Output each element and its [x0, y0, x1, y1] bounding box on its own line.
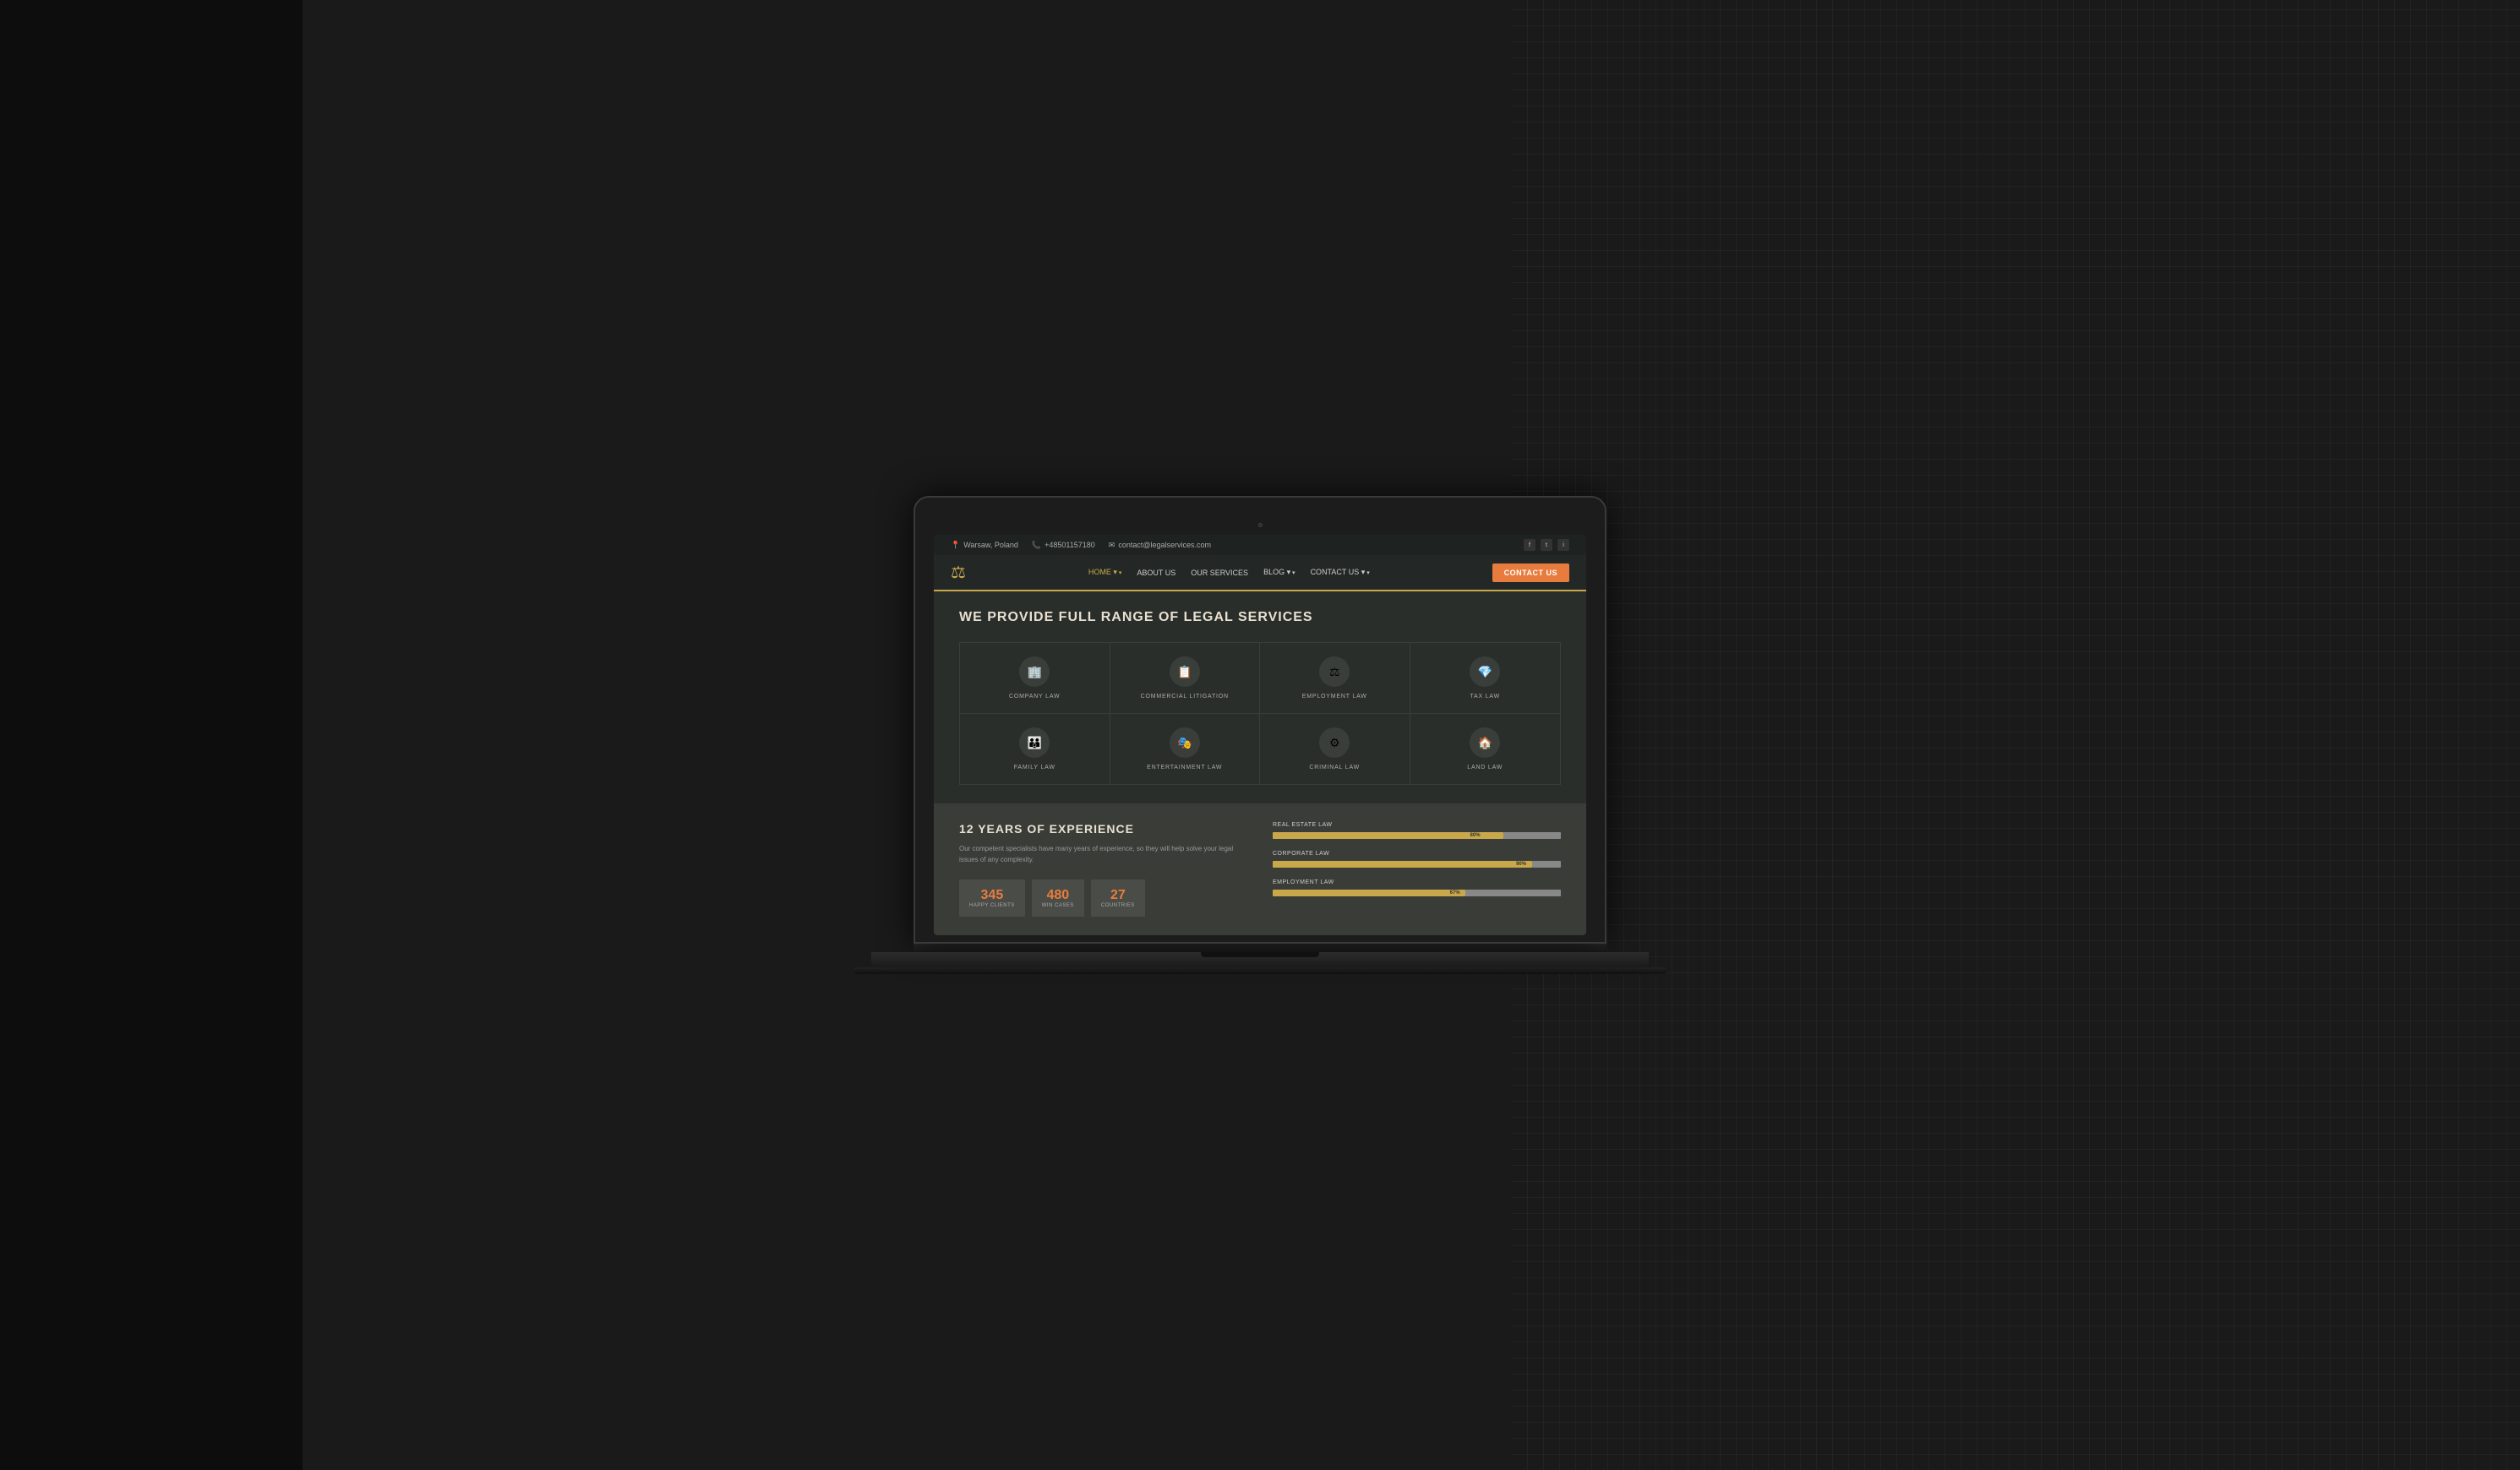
experience-left: 12 YEARS OF EXPERIENCE Our competent spe… — [959, 822, 1247, 917]
company-law-label: COMPANY LAW — [1009, 694, 1060, 700]
service-commercial-litigation[interactable]: 📋 COMMERCIAL LITIGATION — [1110, 643, 1261, 714]
location-text: Warsaw, Poland — [963, 541, 1018, 549]
service-company-law[interactable]: 🏢 COMPANY LAW — [960, 643, 1110, 714]
hero-title: WE PROVIDE FULL RANGE OF LEGAL SERVICES — [959, 610, 1561, 625]
stats-row: 345 HAPPY CLIENTS 480 WIN CASES 27 COUNT… — [959, 879, 1247, 917]
stat-cases-label: WIN CASES — [1042, 903, 1074, 908]
employment-bar-fill — [1273, 890, 1465, 896]
left-panel — [0, 0, 303, 1470]
twitter-icon[interactable]: t — [1541, 539, 1552, 551]
website-screen: 📍 Warsaw, Poland 📞 +48501157180 ✉ contac… — [934, 535, 1586, 935]
site-nav: ⚖ HOME ▾ ABOUT US OUR SERVICES BLOG ▾ CO… — [934, 555, 1586, 591]
corporate-bar-bg: 90% — [1273, 861, 1561, 868]
company-law-icon: 🏢 — [1019, 656, 1050, 687]
real-estate-bar-bg: 80% — [1273, 832, 1561, 839]
services-grid: 🏢 COMPANY LAW 📋 COMMERCIAL LITIGATION ⚖ … — [959, 642, 1561, 785]
employment-law-label: EMPLOYMENT LAW — [1302, 694, 1367, 700]
laptop-base — [871, 952, 1649, 967]
commercial-litigation-icon: 📋 — [1170, 656, 1200, 687]
stat-happy-clients: 345 HAPPY CLIENTS — [959, 879, 1025, 917]
service-land-law[interactable]: 🏠 LAND LAW — [1410, 714, 1561, 784]
topbar-left: 📍 Warsaw, Poland 📞 +48501157180 ✉ contac… — [951, 541, 1211, 550]
employment-bar-bg: 67% — [1273, 890, 1561, 896]
stat-countries-label: COUNTRIES — [1101, 903, 1135, 908]
nav-contact[interactable]: CONTACT US ▾ — [1311, 568, 1370, 577]
real-estate-bar-remainder — [1503, 832, 1561, 839]
stat-countries-number: 27 — [1101, 888, 1135, 903]
laptop-trackpad-notch — [1201, 952, 1319, 957]
employment-law-icon: ⚖ — [1319, 656, 1350, 687]
progress-real-estate: REAL ESTATE LAW 80% — [1273, 822, 1561, 839]
logo-icon: ⚖ — [951, 562, 966, 583]
site-hero: WE PROVIDE FULL RANGE OF LEGAL SERVICES … — [934, 591, 1586, 803]
nav-cta-button[interactable]: CONTACT US — [1492, 564, 1569, 582]
facebook-icon[interactable]: f — [1524, 539, 1535, 551]
criminal-law-icon: ⚙ — [1319, 727, 1350, 758]
email-icon: ✉ — [1109, 541, 1115, 550]
service-tax-law[interactable]: 💎 TAX LAW — [1410, 643, 1561, 714]
instagram-icon[interactable]: i — [1557, 539, 1569, 551]
tax-law-icon: 💎 — [1470, 656, 1500, 687]
corporate-bar-fill — [1273, 861, 1532, 868]
stat-clients-number: 345 — [969, 888, 1015, 903]
topbar-location: 📍 Warsaw, Poland — [951, 541, 1018, 550]
real-estate-value: 80% — [1470, 833, 1481, 838]
email-text: contact@legalservices.com — [1118, 541, 1211, 549]
tax-law-label: TAX LAW — [1470, 694, 1500, 700]
laptop-feet — [854, 967, 1666, 974]
family-law-label: FAMILY LAW — [1014, 765, 1055, 770]
progress-corporate: CORPORATE LAW 90% — [1273, 851, 1561, 868]
stat-countries: 27 COUNTRIES — [1091, 879, 1145, 917]
real-estate-label: REAL ESTATE LAW — [1273, 822, 1561, 828]
nav-home[interactable]: HOME ▾ — [1088, 568, 1122, 577]
commercial-litigation-label: COMMERCIAL LITIGATION — [1141, 694, 1229, 700]
corporate-bar-remainder — [1532, 861, 1561, 868]
nav-blog[interactable]: BLOG ▾ — [1263, 568, 1295, 577]
family-law-icon: 👪 — [1019, 727, 1050, 758]
real-estate-bar-fill — [1273, 832, 1503, 839]
laptop-hinge — [914, 944, 1606, 952]
phone-text: +48501157180 — [1045, 541, 1095, 549]
laptop-mockup: 📍 Warsaw, Poland 📞 +48501157180 ✉ contac… — [914, 496, 1606, 974]
topbar-social: f t i — [1524, 539, 1569, 551]
service-employment-law[interactable]: ⚖ EMPLOYMENT LAW — [1260, 643, 1410, 714]
land-law-icon: 🏠 — [1470, 727, 1500, 758]
site-logo[interactable]: ⚖ — [951, 562, 966, 583]
corporate-label: CORPORATE LAW — [1273, 851, 1561, 857]
stat-clients-label: HAPPY CLIENTS — [969, 903, 1015, 908]
camera-dot — [1258, 523, 1263, 527]
stat-win-cases: 480 WIN CASES — [1032, 879, 1084, 917]
service-entertainment-law[interactable]: 🎭 ENTERTAINMENT LAW — [1110, 714, 1261, 784]
topbar-phone: 📞 +48501157180 — [1032, 541, 1095, 550]
employment-label: EMPLOYMENT LAW — [1273, 879, 1561, 885]
site-topbar: 📍 Warsaw, Poland 📞 +48501157180 ✉ contac… — [934, 535, 1586, 555]
criminal-law-label: CRIMINAL LAW — [1309, 765, 1360, 770]
employment-bar-remainder — [1465, 890, 1561, 896]
nav-links: HOME ▾ ABOUT US OUR SERVICES BLOG ▾ CONT… — [1088, 568, 1370, 577]
experience-description: Our competent specialists have many year… — [959, 844, 1247, 866]
corporate-value: 90% — [1516, 862, 1526, 867]
entertainment-law-label: ENTERTAINMENT LAW — [1147, 765, 1222, 770]
entertainment-law-icon: 🎭 — [1170, 727, 1200, 758]
experience-section: 12 YEARS OF EXPERIENCE Our competent spe… — [934, 803, 1586, 935]
employment-value: 67% — [1450, 890, 1460, 896]
nav-services[interactable]: OUR SERVICES — [1191, 569, 1248, 577]
progress-employment: EMPLOYMENT LAW 67% — [1273, 879, 1561, 896]
service-criminal-law[interactable]: ⚙ CRIMINAL LAW — [1260, 714, 1410, 784]
stat-cases-number: 480 — [1042, 888, 1074, 903]
land-law-label: LAND LAW — [1467, 765, 1503, 770]
experience-title: 12 YEARS OF EXPERIENCE — [959, 822, 1247, 836]
background-grid — [1512, 0, 2520, 1470]
camera-area — [934, 513, 1586, 535]
experience-right: REAL ESTATE LAW 80% CORPORATE LAW — [1273, 822, 1561, 917]
laptop-screen-bezel: 📍 Warsaw, Poland 📞 +48501157180 ✉ contac… — [914, 496, 1606, 944]
nav-about[interactable]: ABOUT US — [1137, 569, 1175, 577]
service-family-law[interactable]: 👪 FAMILY LAW — [960, 714, 1110, 784]
location-icon: 📍 — [951, 541, 960, 550]
topbar-email: ✉ contact@legalservices.com — [1109, 541, 1211, 550]
phone-icon: 📞 — [1032, 541, 1041, 550]
